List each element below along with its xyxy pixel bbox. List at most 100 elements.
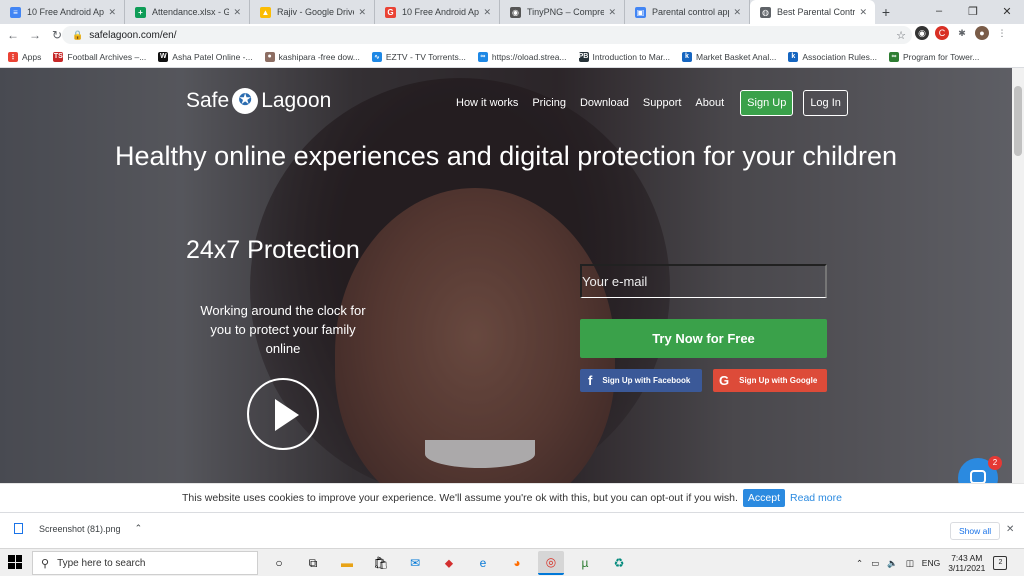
read-more-link[interactable]: Read more <box>790 492 842 504</box>
file-explorer-icon[interactable]: ▬ <box>334 551 360 575</box>
bookmark-favicon-icon: ∿ <box>371 51 382 62</box>
signup-button[interactable]: Sign Up <box>740 90 794 116</box>
windows-start-icon[interactable] <box>8 555 22 569</box>
email-field[interactable] <box>580 264 827 298</box>
clock-date: 3/11/2021 <box>948 563 986 573</box>
scrollbar-thumb[interactable] <box>1014 86 1022 156</box>
browser-tab[interactable]: ◉ TinyPNG – Compress P ✕ <box>500 0 625 24</box>
bookmark-item[interactable]: ⋮ Apps <box>8 51 41 62</box>
menu-icon[interactable]: ⋮ <box>995 26 1009 40</box>
login-button[interactable]: Log In <box>803 90 848 116</box>
language-indicator[interactable]: ENG <box>922 558 940 568</box>
mail-icon[interactable]: ✉ <box>402 551 428 575</box>
bookmark-item[interactable]: k Market Basket Anal... <box>682 51 776 62</box>
google-signup-label: Sign Up with Google <box>739 376 818 385</box>
facebook-signup-button[interactable]: f Sign Up with Facebook <box>580 369 702 392</box>
firefox-icon[interactable]: ◕ <box>504 551 530 575</box>
close-tab-icon[interactable]: ✕ <box>859 7 867 18</box>
back-icon[interactable]: ← <box>4 28 22 42</box>
accept-cookies-button[interactable]: Accept <box>742 489 786 507</box>
torrent-icon[interactable]: µ <box>572 551 598 575</box>
bookmark-item[interactable]: ∞ Program for Tower... <box>888 51 980 62</box>
clock-time: 7:43 AM <box>951 553 983 563</box>
nav-link-pricing[interactable]: Pricing <box>532 97 566 109</box>
browser-tab[interactable]: + Attendance.xlsx - Goog ✕ <box>125 0 250 24</box>
file-icon <box>14 523 23 534</box>
page-title: Healthy online experiences and digital p… <box>115 141 897 171</box>
taskbar-search-placeholder: Type here to search <box>57 557 146 569</box>
browser-tab[interactable]: ◍ Best Parental Control ap ✕ <box>750 0 875 24</box>
browser-tab[interactable]: G 10 Free Android Apps t ✕ <box>375 0 500 24</box>
try-now-button[interactable]: Try Now for Free <box>580 319 827 358</box>
toolbar: ← → ↻ 🔒 safelagoon.com/en/ ☆ ◉ C ✱ ● ⋮ <box>0 24 1024 46</box>
chevron-up-icon[interactable]: ⌃ <box>135 523 143 534</box>
show-all-button[interactable]: Show all <box>950 522 1001 540</box>
puzzle-icon[interactable]: ✱ <box>955 26 969 40</box>
chevron-up-icon[interactable]: ⌃ <box>856 558 863 569</box>
play-video-icon[interactable] <box>247 378 319 450</box>
nav-link-how-it-works[interactable]: How it works <box>456 97 518 109</box>
bookmark-item[interactable]: TS Football Archives –... <box>53 51 146 62</box>
forward-icon[interactable]: → <box>26 28 44 42</box>
close-tab-icon[interactable]: ✕ <box>733 7 741 18</box>
bookmark-item[interactable]: ∞ https://oload.strea... <box>477 51 567 62</box>
bookmark-item[interactable]: ∿ EZTV - TV Torrents... <box>371 51 466 62</box>
browser-tab[interactable]: ≡ 10 Free Android Apps t ✕ <box>0 0 125 24</box>
close-tab-icon[interactable]: ✕ <box>108 7 116 18</box>
clock[interactable]: 7:43 AM 3/11/2021 <box>948 553 985 573</box>
battery-icon[interactable]: ▭ <box>871 558 879 569</box>
download-filename: Screenshot (81).png <box>39 523 121 534</box>
bookmark-item[interactable]: W Asha Patel Online -... <box>158 51 253 62</box>
restore-icon[interactable]: ❐ <box>956 0 990 22</box>
download-item[interactable]: Screenshot (81).png ⌃ <box>14 523 142 534</box>
chat-icon <box>970 470 986 483</box>
pdf-icon[interactable]: ⬥ <box>436 551 462 575</box>
bookmark-item[interactable]: ● kashipara -free dow... <box>264 51 360 62</box>
taskbar-search[interactable]: ⚲ Type here to search <box>32 551 258 575</box>
extension-icon[interactable]: ◉ <box>915 26 929 40</box>
close-window-icon[interactable]: ✕ <box>990 0 1024 22</box>
network-icon[interactable]: ◫ <box>906 558 914 569</box>
tab-title: Attendance.xlsx - Goog <box>152 7 229 17</box>
close-tab-icon[interactable]: ✕ <box>358 7 366 18</box>
store-icon[interactable]: 🛍 <box>368 551 394 575</box>
bookmark-label: Program for Tower... <box>902 51 980 62</box>
close-tab-icon[interactable]: ✕ <box>233 7 241 18</box>
extension-icon[interactable]: C <box>935 26 949 40</box>
avatar[interactable]: ● <box>975 26 989 40</box>
site-logo[interactable]: Safe ✪ Lagoon <box>186 88 331 114</box>
nav-link-download[interactable]: Download <box>580 97 629 109</box>
bookmark-item[interactable]: PB Introduction to Mar... <box>578 51 670 62</box>
notification-icon[interactable]: 2 <box>993 556 1008 570</box>
edge-icon[interactable]: e <box>470 551 496 575</box>
volume-icon[interactable]: 🔈 <box>887 558 898 569</box>
bookmark-label: EZTV - TV Torrents... <box>385 51 466 62</box>
bookmarks-bar: ⋮ Apps TS Football Archives –... W Asha Pa… <box>0 46 1024 68</box>
lock-icon: 🔒 <box>72 29 84 40</box>
chrome-icon[interactable]: ◎ <box>538 551 564 575</box>
bookmark-item[interactable]: k Association Rules... <box>788 51 877 62</box>
nav-link-support[interactable]: Support <box>643 97 682 109</box>
nav-link-about[interactable]: About <box>695 97 724 109</box>
google-signup-button[interactable]: G Sign Up with Google <box>713 369 827 392</box>
task-view-icon[interactable]: ⧉ <box>300 551 326 575</box>
close-tab-icon[interactable]: ✕ <box>608 7 616 18</box>
facebook-icon: f <box>588 373 593 388</box>
tab-title: TinyPNG – Compress P <box>527 7 605 17</box>
close-icon[interactable]: ✕ <box>1006 524 1014 535</box>
window-controls: – ❐ ✕ <box>922 0 1024 22</box>
close-tab-icon[interactable]: ✕ <box>483 7 491 18</box>
minimize-icon[interactable]: – <box>922 0 956 22</box>
address-bar[interactable]: 🔒 safelagoon.com/en/ ☆ <box>62 26 912 44</box>
browser-tab[interactable]: ▲ Rajiv - Google Drive ✕ <box>250 0 375 24</box>
bookmark-favicon-icon: W <box>158 51 169 62</box>
browser-tab[interactable]: ▣ Parental control app fo ✕ <box>625 0 750 24</box>
page-scrollbar[interactable] <box>1012 68 1024 483</box>
subheading: 24x7 Protection <box>186 236 360 264</box>
bookmark-favicon-icon: k <box>788 51 799 62</box>
app-icon[interactable]: ♻ <box>606 551 632 575</box>
bookmark-star-icon[interactable]: ☆ <box>896 29 906 42</box>
cookie-text: This website uses cookies to improve you… <box>182 492 738 504</box>
cortana-icon[interactable]: ○ <box>266 551 292 575</box>
new-tab-button[interactable]: + <box>875 0 897 24</box>
